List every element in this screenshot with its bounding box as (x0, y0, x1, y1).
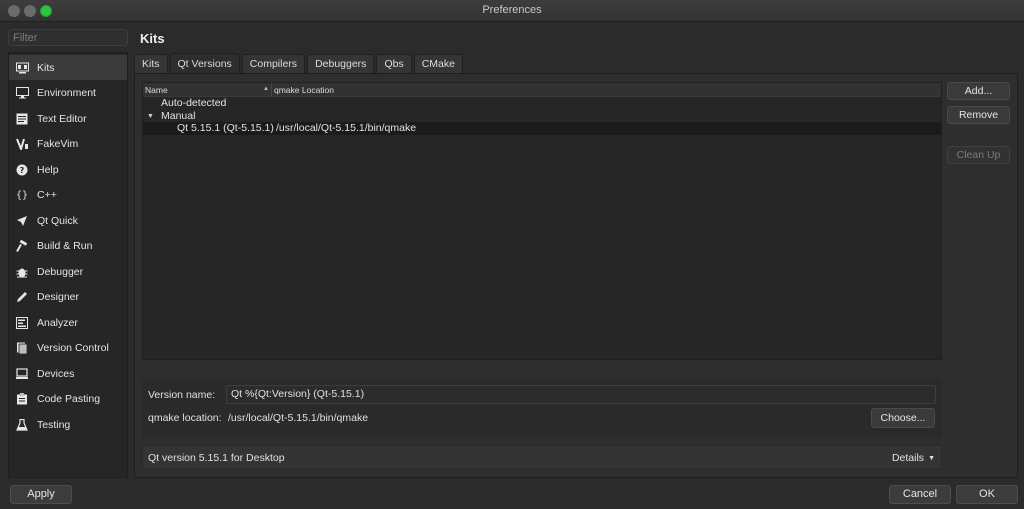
sidebar-item-fakevim[interactable]: FakeVim (9, 132, 127, 157)
chevron-down-icon: ▼ (928, 454, 935, 462)
sidebar-item-build-run[interactable]: Build & Run (9, 234, 127, 259)
cancel-button[interactable]: Cancel (889, 485, 951, 504)
hammer-icon (15, 239, 29, 253)
version-name-field[interactable]: Qt %{Qt:Version} (Qt-5.15.1) (226, 385, 936, 404)
qmake-location-label: qmake location: (148, 412, 222, 424)
qt-version-name: Qt 5.15.1 (Qt-5.15.1) (177, 122, 274, 134)
sidebar-item-label: Analyzer (37, 316, 78, 329)
sort-ascending-icon: ▲ (263, 86, 269, 92)
version-summary-bar: Qt version 5.15.1 for Desktop Details ▼ (142, 445, 942, 469)
sidebar-item-label: Build & Run (37, 240, 93, 252)
sidebar-item-label: Environment (37, 87, 96, 99)
sidebar-item-analyzer[interactable]: Analyzer (9, 310, 127, 335)
sidebar-item-devices[interactable]: Devices (9, 361, 127, 386)
version-control-icon (15, 341, 29, 355)
page-title: Kits (140, 31, 165, 46)
svg-text:?: ? (20, 166, 25, 175)
tree-header: Name ▲ qmake Location (143, 83, 941, 97)
tree-row-qt-version[interactable]: Qt 5.15.1 (Qt-5.15.1) /usr/local/Qt-5.15… (143, 122, 941, 135)
sidebar-item-label: Text Editor (37, 112, 87, 125)
choose-button[interactable]: Choose... (871, 408, 935, 428)
tree-row-label: Manual (161, 110, 196, 122)
details-toggle[interactable]: Details ▼ (892, 452, 935, 464)
add-button[interactable]: Add... (947, 82, 1010, 100)
qt-versions-tree[interactable]: Name ▲ qmake Location Auto-detected ▼ Ma… (142, 82, 942, 360)
text-editor-icon (15, 112, 29, 126)
monitor-icon (15, 86, 29, 100)
ok-button[interactable]: OK (956, 485, 1018, 504)
sidebar-item-text-editor[interactable]: Text Editor (9, 106, 127, 131)
sidebar-item-debugger[interactable]: Debugger (9, 259, 127, 284)
pencil-icon (15, 290, 29, 304)
tab-bar: Kits Qt Versions Compilers Debuggers Qbs… (134, 53, 465, 73)
analyzer-icon (15, 316, 29, 330)
sidebar-item-label: Devices (37, 367, 75, 380)
sidebar-item-environment[interactable]: Environment (9, 81, 127, 106)
sidebar-item-label: Help (37, 163, 59, 176)
sidebar-item-designer[interactable]: Designer (9, 285, 127, 310)
tab-qbs[interactable]: Qbs (376, 54, 412, 73)
column-divider[interactable] (271, 83, 272, 97)
version-summary-text: Qt version 5.15.1 for Desktop (148, 452, 285, 464)
sidebar-item-cpp[interactable]: {} C++ (9, 183, 127, 208)
sidebar-item-label: FakeVim (37, 138, 79, 150)
qmake-location-value: /usr/local/Qt-5.15.1/bin/qmake (228, 412, 369, 424)
apply-button[interactable]: Apply (10, 485, 72, 504)
sidebar-item-label: Testing (37, 418, 71, 431)
kits-icon (15, 61, 29, 75)
qt-version-qmake-location: /usr/local/Qt-5.15.1/bin/qmake (276, 122, 417, 134)
sidebar-item-label: Designer (37, 291, 80, 303)
sidebar-item-label: Debugger (37, 265, 84, 278)
sidebar-item-label: Kits (37, 61, 55, 74)
help-icon: ? (15, 163, 29, 177)
sidebar-item-label: C++ (37, 189, 57, 201)
filter-input[interactable] (8, 29, 128, 46)
sidebar-item-version-control[interactable]: Version Control (9, 336, 127, 361)
tab-qt-versions[interactable]: Qt Versions (169, 53, 240, 73)
sidebar-item-label: Qt Quick (37, 214, 78, 227)
sidebar-item-kits[interactable]: Kits (9, 55, 127, 80)
remove-button[interactable]: Remove (947, 106, 1010, 124)
sidebar-item-label: Code Pasting (37, 393, 101, 405)
sidebar-item-help[interactable]: ? Help (9, 157, 127, 182)
tab-kits[interactable]: Kits (134, 54, 168, 73)
tab-debuggers[interactable]: Debuggers (307, 54, 375, 73)
expand-arrow-icon[interactable]: ▼ (147, 113, 154, 120)
title-bar: Preferences (0, 0, 1024, 22)
paper-plane-icon (15, 214, 29, 228)
column-header-name[interactable]: Name (145, 85, 168, 95)
clipboard-icon (15, 392, 29, 406)
sidebar-item-qt-quick[interactable]: Qt Quick (9, 208, 127, 233)
tab-compilers[interactable]: Compilers (241, 54, 306, 73)
tree-row-auto-detected[interactable]: Auto-detected (143, 97, 941, 110)
category-sidebar: Kits Environment Text Editor FakeVim ? H… (8, 52, 128, 478)
flask-icon (15, 418, 29, 432)
clean-up-button[interactable]: Clean Up (947, 146, 1010, 164)
window-title: Preferences (482, 4, 542, 16)
sidebar-item-testing[interactable]: Testing (9, 412, 127, 437)
tab-cmake[interactable]: CMake (413, 54, 463, 73)
bug-icon (15, 265, 29, 279)
sidebar-item-code-pasting[interactable]: Code Pasting (9, 387, 127, 412)
column-header-qmake-location[interactable]: qmake Location (274, 85, 334, 95)
sidebar-item-label: Version Control (37, 342, 109, 354)
devices-icon (15, 367, 29, 381)
details-label: Details (891, 452, 925, 464)
fakevim-icon (15, 137, 29, 151)
braces-icon: {} (15, 189, 29, 201)
version-name-label: Version name: (148, 389, 216, 401)
tree-row-label: Auto-detected (161, 97, 227, 109)
